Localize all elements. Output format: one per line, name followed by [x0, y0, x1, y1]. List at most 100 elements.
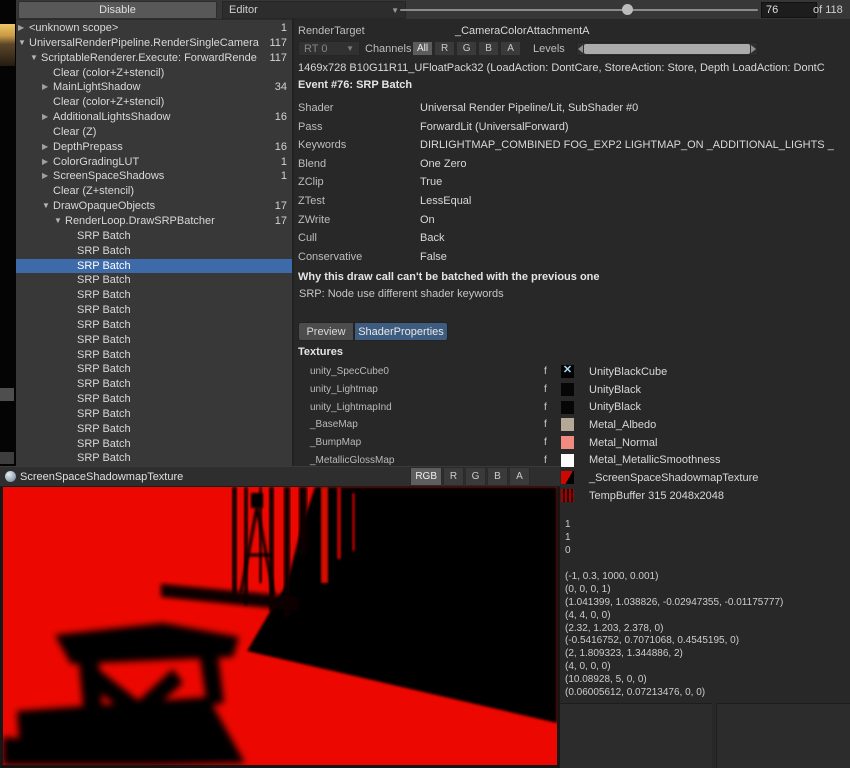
event-row[interactable]: ▶<unknown scope>1	[16, 21, 292, 36]
event-row[interactable]: SRP Batch	[16, 303, 292, 318]
tab-shader-properties[interactable]: ShaderProperties	[354, 322, 448, 341]
expand-arrow-icon[interactable]: ▶	[18, 21, 29, 36]
levels-min-handle-icon[interactable]	[578, 45, 583, 53]
event-row[interactable]: Clear (color+Z+stencil)	[16, 66, 292, 81]
event-slider-handle[interactable]	[622, 4, 633, 15]
event-row[interactable]: ▶ScreenSpaceShadows1	[16, 169, 292, 184]
event-row[interactable]: SRP Batch	[16, 348, 292, 363]
channel-button-b[interactable]: B	[478, 41, 499, 56]
event-slider-track[interactable]	[400, 9, 758, 11]
event-row[interactable]: SRP Batch	[16, 288, 292, 303]
texture-row[interactable]: _BumpMapfMetal_Normal	[294, 434, 850, 452]
texture-flag: f	[544, 366, 561, 377]
event-row[interactable]: ▶DepthPrepass16	[16, 140, 292, 155]
event-row[interactable]: ▶ColorGradingLUT1	[16, 155, 292, 170]
float-value: 1	[565, 531, 571, 544]
target-dropdown-label: Editor	[229, 4, 258, 16]
event-row[interactable]: SRP Batch	[16, 333, 292, 348]
event-row-label: Clear (Z+stencil)	[53, 184, 281, 199]
event-row[interactable]: Clear (color+Z+stencil)	[16, 95, 292, 110]
vector-value: (0.06005612, 0.07213476, 0, 0)	[565, 687, 783, 700]
disable-button[interactable]: Disable	[18, 1, 217, 19]
expand-arrow-icon[interactable]: ▶	[42, 155, 53, 170]
texture-row[interactable]: _BaseMapfMetal_Albedo	[294, 416, 850, 434]
event-row[interactable]: Clear (Z+stencil)	[16, 184, 292, 199]
event-row-count: 17	[275, 199, 287, 214]
channel-button-a[interactable]: A	[500, 41, 521, 56]
event-row[interactable]: ▶AdditionalLightsShadow16	[16, 110, 292, 125]
detail-label: Keywords	[298, 136, 420, 155]
preview-channel-button-b[interactable]: B	[487, 467, 508, 486]
event-row[interactable]: ▶MainLightShadow 34	[16, 80, 292, 95]
detail-label: ZWrite	[298, 211, 420, 230]
event-row[interactable]: Clear (Z)	[16, 125, 292, 140]
texture-row[interactable]: unity_LightmapIndfUnityBlack	[294, 398, 850, 416]
expand-arrow-icon[interactable]: ▶	[42, 169, 53, 184]
event-row[interactable]: SRP Batch	[16, 244, 292, 259]
event-row[interactable]: ▼DrawOpaqueObjects 17	[16, 199, 292, 214]
render-target-label: RenderTarget	[298, 25, 365, 37]
target-dropdown[interactable]: Editor ▼	[222, 1, 406, 19]
float-value: 0	[565, 544, 571, 557]
event-index-field[interactable]: 76	[761, 2, 817, 18]
preview-channel-button-g[interactable]: G	[465, 467, 486, 486]
event-row[interactable]: SRP Batch	[16, 392, 292, 407]
event-row[interactable]: ▼ScriptableRenderer.Execute: ForwardRend…	[16, 51, 292, 66]
expand-arrow-icon[interactable]: ▶	[42, 140, 53, 155]
texture-preview-window: ScreenSpaceShadowmapTexture RGBRGBA	[0, 466, 560, 768]
texture-preview-header[interactable]: ScreenSpaceShadowmapTexture RGBRGBA	[0, 466, 560, 487]
collapse-arrow-icon[interactable]: ▼	[54, 214, 65, 229]
event-row-label: UniversalRenderPipeline.RenderSingleCame…	[29, 36, 263, 51]
texture-row[interactable]: unity_SpecCube0fUnityBlackCube	[294, 363, 850, 381]
channel-button-r[interactable]: R	[434, 41, 455, 56]
event-row-label: MainLightShadow	[53, 80, 269, 95]
event-row[interactable]: ▼RenderLoop.DrawSRPBatcher17	[16, 214, 292, 229]
event-row[interactable]: SRP Batch	[16, 229, 292, 244]
event-row[interactable]: SRP Batch	[16, 362, 292, 377]
preview-channel-button-r[interactable]: R	[443, 467, 464, 486]
event-row[interactable]: ▼UniversalRenderPipeline.RenderSingleCam…	[16, 36, 292, 51]
collapse-arrow-icon[interactable]: ▼	[18, 36, 29, 51]
texture-asset-name: UnityBlackCube	[589, 366, 667, 378]
texture-row[interactable]: unity_LightmapfUnityBlack	[294, 381, 850, 399]
event-row-label: ScriptableRenderer.Execute: ForwardRende	[41, 51, 263, 66]
levels-label: Levels	[533, 43, 565, 55]
event-row-count: 34	[275, 80, 287, 95]
event-row-label: DrawOpaqueObjects	[53, 199, 269, 214]
levels-slider[interactable]	[576, 42, 758, 56]
event-row[interactable]: SRP Batch	[16, 377, 292, 392]
background-panel-left	[560, 703, 712, 768]
rt-dropdown[interactable]: RT 0 ▼	[298, 41, 360, 56]
preview-channel-button-a[interactable]: A	[509, 467, 530, 486]
expand-arrow-icon[interactable]: ▶	[42, 110, 53, 125]
tab-preview[interactable]: Preview	[298, 322, 354, 341]
collapse-arrow-icon[interactable]: ▼	[42, 199, 53, 214]
vector-value: (2, 1.809323, 1.344886, 2)	[565, 648, 783, 661]
rt-dropdown-label: RT 0	[304, 43, 327, 55]
event-row[interactable]: SRP Batch	[16, 451, 292, 466]
event-row[interactable]: SRP Batch	[16, 318, 292, 333]
texture-flag: f	[544, 402, 561, 413]
levels-max-handle-icon[interactable]	[751, 45, 756, 53]
preview-channel-button-rgb[interactable]: RGB	[410, 467, 442, 486]
event-row[interactable]: SRP Batch	[16, 422, 292, 437]
levels-range-fill[interactable]	[584, 44, 750, 54]
texture-flag: f	[544, 419, 561, 430]
event-row-selected[interactable]: SRP Batch	[16, 259, 292, 274]
event-row-count: 1	[281, 21, 287, 36]
vector-value: (1.041399, 1.038826, -0.02947355, -0.011…	[565, 597, 783, 610]
background-scene-fragment	[0, 24, 15, 66]
collapse-arrow-icon[interactable]: ▼	[30, 51, 41, 66]
expand-arrow-icon[interactable]: ▶	[42, 80, 53, 95]
event-row-label: SRP Batch	[77, 348, 281, 363]
texture-property-name: unity_LightmapInd	[294, 402, 544, 413]
channel-button-all[interactable]: All	[412, 41, 433, 56]
channel-button-g[interactable]: G	[456, 41, 477, 56]
chevron-down-icon: ▼	[346, 44, 354, 53]
event-row[interactable]: SRP Batch	[16, 273, 292, 288]
texture-asset-name: Metal_MetallicSmoothness	[589, 454, 720, 466]
event-row-label: SRP Batch	[77, 407, 281, 422]
event-row-label: SRP Batch	[77, 451, 281, 466]
event-row[interactable]: SRP Batch	[16, 437, 292, 452]
event-row[interactable]: SRP Batch	[16, 407, 292, 422]
